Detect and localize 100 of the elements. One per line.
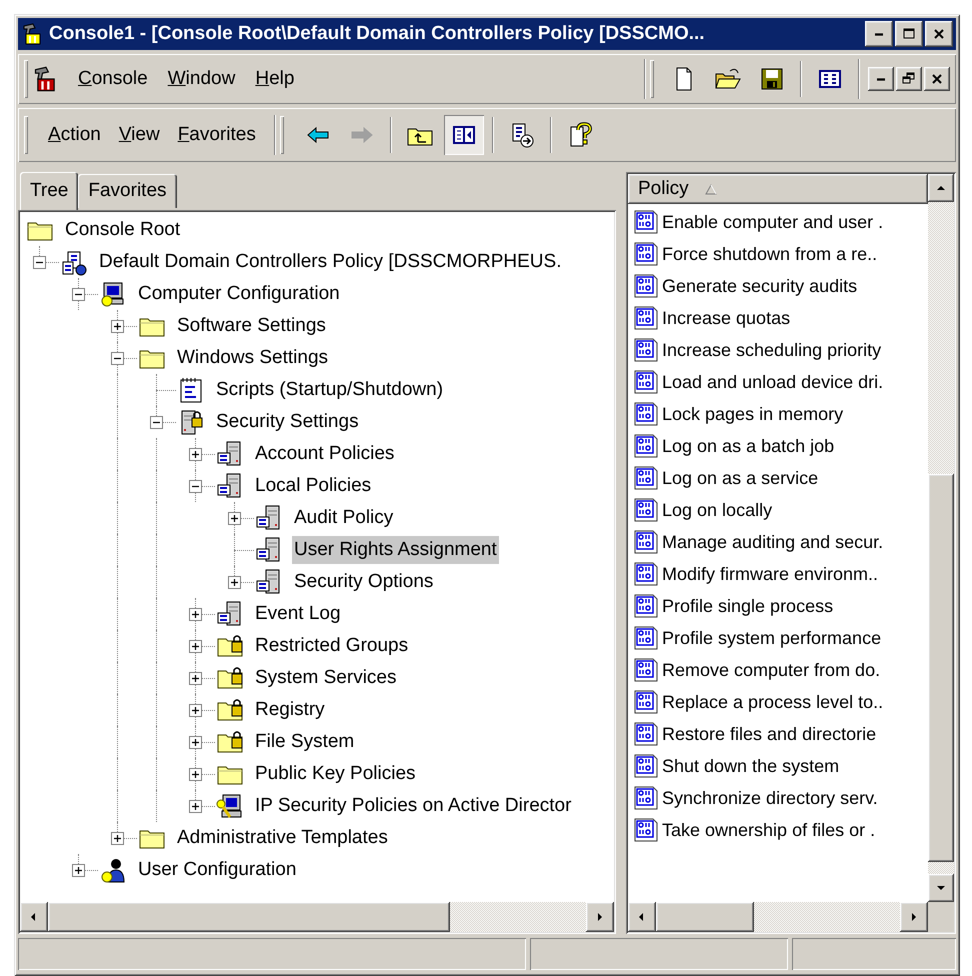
- maximize-button[interactable]: [895, 21, 923, 47]
- close-icon: [930, 72, 944, 86]
- expand-icon[interactable]: [189, 736, 202, 749]
- list-item[interactable]: Generate security audits: [662, 272, 858, 300]
- tree-item[interactable]: System Services: [253, 664, 398, 692]
- expand-icon[interactable]: [189, 448, 202, 461]
- scroll-up-button[interactable]: [928, 174, 954, 202]
- policy-icon: [632, 496, 660, 524]
- tree-item[interactable]: IP Security Policies on Active Director: [253, 792, 574, 820]
- tab[interactable]: Favorites: [78, 174, 177, 208]
- list-item[interactable]: Enable computer and user .: [662, 208, 884, 236]
- tree-item[interactable]: Console Root: [63, 216, 182, 244]
- list-item[interactable]: Log on locally: [662, 496, 772, 524]
- close-icon: [932, 27, 946, 41]
- tab[interactable]: Tree: [20, 172, 78, 210]
- collapse-icon[interactable]: [33, 256, 46, 269]
- column-header[interactable]: Policy: [628, 174, 928, 204]
- menu-item[interactable]: Window: [162, 63, 242, 95]
- policy-icon: [632, 528, 660, 556]
- scroll-left-button[interactable]: [628, 902, 656, 932]
- tree-item[interactable]: Software Settings: [175, 312, 328, 340]
- tree-item[interactable]: Administrative Templates: [175, 824, 390, 852]
- menu-item[interactable]: View: [112, 119, 166, 151]
- scroll-right-button[interactable]: [586, 902, 614, 932]
- toolbar-grip[interactable]: [24, 116, 28, 154]
- minimize-button[interactable]: [868, 67, 894, 91]
- scroll-left-button[interactable]: [20, 902, 48, 932]
- tree-item[interactable]: Audit Policy: [292, 504, 396, 532]
- collapse-icon[interactable]: [111, 352, 124, 365]
- collapse-icon[interactable]: [150, 416, 163, 429]
- close-button[interactable]: [924, 67, 950, 91]
- tree-item[interactable]: Computer Configuration: [136, 280, 342, 308]
- list-item[interactable]: Profile single process: [662, 592, 834, 620]
- toolbar-grip[interactable]: [650, 60, 654, 98]
- minimize-icon: [877, 78, 885, 80]
- tree-item[interactable]: Registry: [253, 696, 327, 724]
- expand-icon[interactable]: [111, 320, 124, 333]
- tree-item[interactable]: User Configuration: [136, 856, 298, 884]
- list-item[interactable]: Log on as a batch job: [662, 432, 834, 460]
- policy-icon: [632, 208, 660, 236]
- scroll-right-button[interactable]: [900, 902, 928, 932]
- list-item[interactable]: Shut down the system: [662, 752, 840, 780]
- expand-icon[interactable]: [189, 640, 202, 653]
- expand-icon[interactable]: [228, 576, 241, 589]
- list-item[interactable]: Increase scheduling priority: [662, 336, 882, 364]
- list-item[interactable]: Take ownership of files or .: [662, 816, 876, 844]
- collapse-icon[interactable]: [72, 288, 85, 301]
- tree-item[interactable]: Restricted Groups: [253, 632, 410, 660]
- list-item[interactable]: Lock pages in memory: [662, 400, 844, 428]
- tree-item[interactable]: Scripts (Startup/Shutdown): [214, 376, 446, 404]
- restore-button[interactable]: [896, 67, 922, 91]
- tree-item[interactable]: Account Policies: [253, 440, 396, 468]
- scrollbar-corner: [928, 902, 954, 932]
- expand-icon[interactable]: [189, 800, 202, 813]
- policy-icon: [632, 624, 660, 652]
- list-item[interactable]: Manage auditing and secur.: [662, 528, 884, 556]
- expand-icon[interactable]: [189, 608, 202, 621]
- expand-icon[interactable]: [189, 768, 202, 781]
- tree-item[interactable]: Windows Settings: [175, 344, 330, 372]
- menu-item[interactable]: Console: [72, 63, 154, 95]
- close-button[interactable]: [925, 21, 953, 47]
- menu-item[interactable]: Action: [42, 119, 107, 151]
- policy-icon: [632, 688, 660, 716]
- menu-item[interactable]: Favorites: [172, 119, 262, 151]
- list-item[interactable]: Replace a process level to..: [662, 688, 884, 716]
- tree-item[interactable]: Security Options: [292, 568, 436, 596]
- list-item[interactable]: Increase quotas: [662, 304, 790, 332]
- list-item[interactable]: Restore files and directorie: [662, 720, 876, 748]
- expand-icon[interactable]: [72, 864, 85, 877]
- tree-item[interactable]: Local Policies: [253, 472, 374, 500]
- minimize-icon: [875, 32, 883, 36]
- list-item[interactable]: Force shutdown from a re..: [662, 240, 878, 268]
- expand-icon[interactable]: [111, 832, 124, 845]
- tree-item[interactable]: Default Domain Controllers Policy [DSSCMORPHEUS.: [97, 248, 564, 276]
- list-item[interactable]: Profile system performance: [662, 624, 882, 652]
- policy-icon: [632, 336, 660, 364]
- scroll-thumb[interactable]: [656, 902, 754, 932]
- sort-up-icon: [704, 183, 717, 195]
- list-item[interactable]: Load and unload device dri.: [662, 368, 884, 396]
- menu-item[interactable]: Help: [249, 63, 300, 95]
- list-item[interactable]: Synchronize directory serv.: [662, 784, 878, 812]
- scroll-thumb[interactable]: [48, 902, 450, 932]
- minimize-button[interactable]: [865, 21, 893, 47]
- toolbar-grip[interactable]: [24, 60, 28, 98]
- list-item[interactable]: Log on as a service: [662, 464, 818, 492]
- toolbar-grip[interactable]: [280, 116, 284, 154]
- collapse-icon[interactable]: [189, 480, 202, 493]
- expand-icon[interactable]: [228, 512, 241, 525]
- expand-icon[interactable]: [189, 672, 202, 685]
- tree-item[interactable]: Public Key Policies: [253, 760, 418, 788]
- show-tree-button[interactable]: [444, 115, 484, 155]
- scroll-thumb[interactable]: [928, 474, 954, 862]
- list-item[interactable]: Remove computer from do.: [662, 656, 880, 684]
- list-item[interactable]: Modify firmware environm..: [662, 560, 878, 588]
- tree-item[interactable]: File System: [253, 728, 356, 756]
- tree-item[interactable]: Event Log: [253, 600, 343, 628]
- tree-item[interactable]: Security Settings: [214, 408, 361, 436]
- tree-item[interactable]: User Rights Assignment: [292, 536, 499, 564]
- expand-icon[interactable]: [189, 704, 202, 717]
- scroll-down-button[interactable]: [928, 874, 954, 902]
